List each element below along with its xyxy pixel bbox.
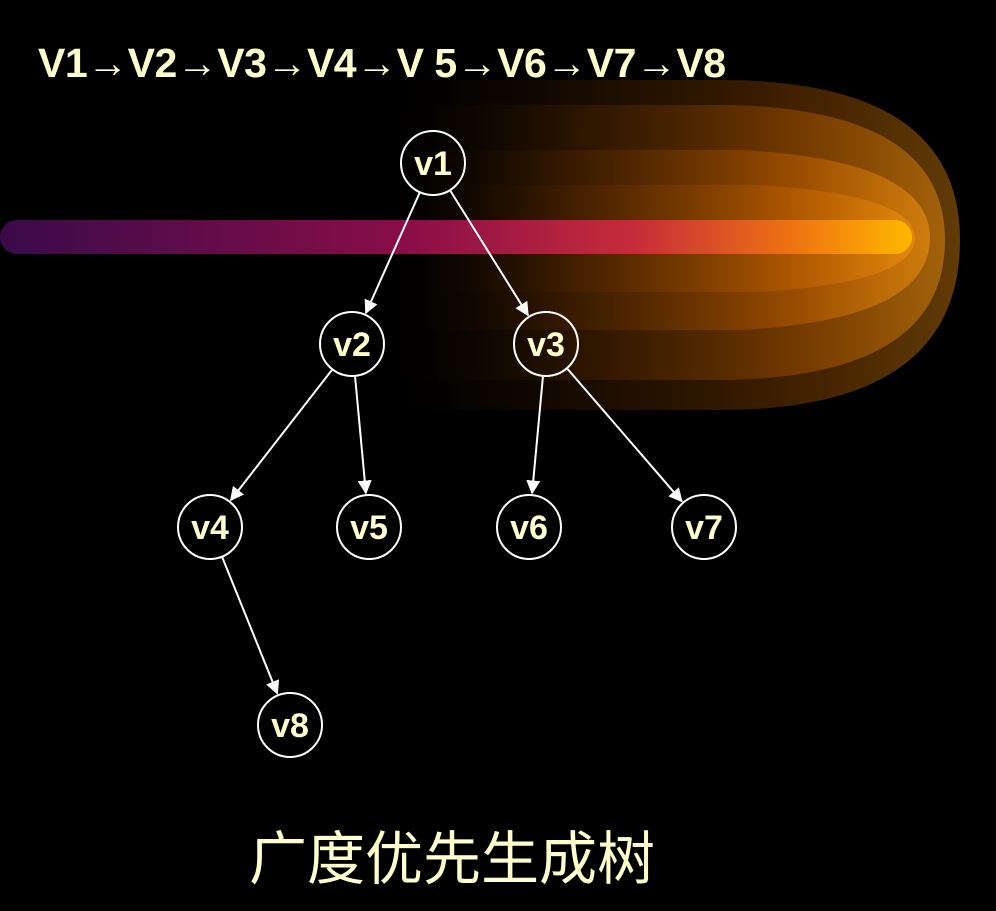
node-v5: v5 <box>336 494 402 560</box>
edge-v3-v7 <box>566 368 683 503</box>
node-label: v7 <box>685 509 723 547</box>
node-v7: v7 <box>671 494 737 560</box>
node-label: v2 <box>333 326 371 364</box>
node-v8: v8 <box>257 692 323 758</box>
diagram-caption: 广度优先生成树 <box>248 825 655 893</box>
node-label: v4 <box>191 509 229 547</box>
edge-v2-v4 <box>229 369 333 502</box>
edge-v1-v3 <box>449 190 529 317</box>
node-v6: v6 <box>496 494 562 560</box>
node-v3: v3 <box>513 311 579 377</box>
node-v4: v4 <box>177 494 243 560</box>
node-v1: v1 <box>400 130 466 196</box>
edge-v2-v5 <box>354 376 372 495</box>
node-label: v3 <box>527 326 565 364</box>
node-label: v6 <box>510 509 548 547</box>
bfs-tree: v1 v2 v3 v4 v5 v6 v7 v8 <box>177 130 737 758</box>
edge-v1-v2 <box>364 192 421 315</box>
node-label: v5 <box>350 509 388 547</box>
edge-v4-v8 <box>221 557 280 695</box>
tree-edges <box>221 190 683 695</box>
slide: V1→V2→V3→V4→V 5→V6→V7→V8 v1 v2 v3 v4 v5 v6 v7 v… <box>0 0 996 911</box>
node-label: v1 <box>414 145 452 183</box>
tree-nodes: v1 v2 v3 v4 v5 v6 v7 v8 <box>177 130 737 758</box>
node-v2: v2 <box>319 311 385 377</box>
edge-v3-v6 <box>526 376 544 495</box>
node-label: v8 <box>271 707 309 745</box>
